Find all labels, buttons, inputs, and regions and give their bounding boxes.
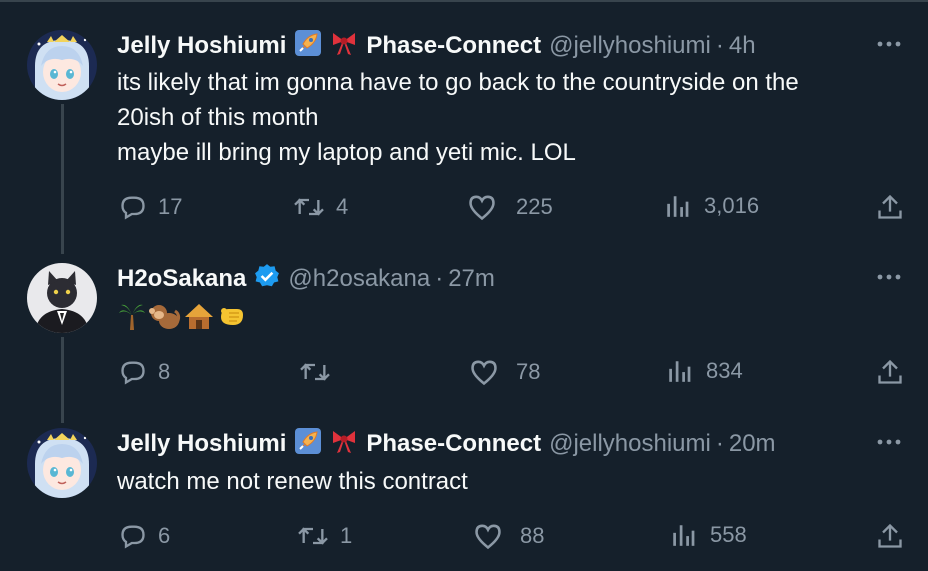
reply-count: 6 [158, 523, 171, 548]
avatar[interactable] [27, 428, 97, 498]
timestamp[interactable]: 4h [729, 32, 756, 60]
ribbon-badge-icon [330, 29, 358, 64]
repost-button[interactable]: 1 [296, 522, 352, 550]
cat-in-suit-avatar-icon [27, 263, 97, 333]
more-dots-icon [877, 439, 901, 445]
rocket-badge-icon [294, 427, 322, 462]
reply-button[interactable]: 8 [118, 358, 170, 386]
display-name[interactable]: H2oSakana [117, 265, 246, 293]
tweet-text: watch me not renew this contract [117, 464, 468, 499]
analytics-icon [673, 525, 695, 546]
tweet-text: its likely that im gonna have to go back… [117, 65, 799, 170]
more-options-button[interactable] [874, 265, 904, 289]
tweet-text-line: maybe ill bring my laptop and yeti mic. … [117, 139, 576, 166]
view-count: 3,016 [704, 193, 760, 218]
more-options-button[interactable] [874, 430, 904, 454]
like-count: 88 [520, 523, 545, 548]
handle[interactable]: @h2osakana [288, 265, 430, 293]
repost-icon [298, 527, 328, 545]
views-button[interactable]: 834 [666, 358, 743, 384]
share-icon [878, 359, 902, 384]
like-count: 78 [516, 359, 541, 384]
hut-emoji: 🛖 [183, 301, 215, 340]
repost-button[interactable]: 4 [292, 193, 348, 221]
monkey-emoji: 🐒 [149, 301, 181, 340]
timestamp[interactable]: 27m [448, 265, 495, 293]
tweet-1[interactable]: Jelly Hoshiumi Phase-Connect @jellyhoshi… [0, 29, 928, 254]
share-icon [878, 523, 902, 548]
anime-girl-avatar-icon [27, 30, 97, 100]
timestamp[interactable]: 20m [729, 430, 776, 458]
handle[interactable]: @jellyhoshiumi [549, 32, 711, 60]
like-button[interactable]: 225 [466, 193, 553, 221]
share-button[interactable] [876, 193, 904, 221]
views-button[interactable]: 3,016 [664, 193, 759, 219]
repost-button[interactable] [298, 358, 342, 386]
view-count: 558 [710, 522, 747, 547]
thread-line [61, 337, 64, 423]
affiliation-name[interactable]: Phase-Connect [366, 32, 541, 60]
tweet-3[interactable]: Jelly Hoshiumi Phase-Connect @jellyhoshi… [0, 427, 928, 568]
heart-icon [475, 524, 501, 550]
like-button[interactable]: 88 [472, 522, 544, 550]
tweet-2[interactable]: H2oSakana @h2osakana · 27m 🌴 🐒 🛖 [0, 263, 928, 423]
top-divider [0, 0, 928, 2]
repost-count: 4 [336, 194, 349, 219]
reply-count: 17 [158, 194, 183, 219]
heart-icon [469, 195, 495, 221]
reply-button[interactable]: 17 [118, 193, 182, 221]
display-name[interactable]: Jelly Hoshiumi [117, 430, 286, 458]
rocket-badge-icon [294, 29, 322, 64]
repost-icon [300, 363, 330, 381]
pointing-hand-emoji: 🫵 [217, 301, 247, 340]
ribbon-badge-icon [330, 427, 358, 462]
tweet-text-line: 20ish of this month [117, 104, 319, 131]
views-button[interactable]: 558 [670, 522, 747, 548]
more-options-button[interactable] [874, 32, 904, 56]
reply-icon [121, 361, 145, 385]
more-dots-icon [877, 41, 901, 47]
reply-button[interactable]: 6 [118, 522, 170, 550]
more-dots-icon [877, 274, 901, 280]
share-button[interactable] [876, 522, 904, 550]
affiliation-name[interactable]: Phase-Connect [366, 430, 541, 458]
like-count: 225 [516, 194, 553, 219]
reply-icon [121, 196, 145, 220]
tweet-emoji-row: 🌴 🐒 🛖 🫵 [117, 301, 247, 340]
avatar[interactable] [27, 263, 97, 333]
anime-girl-avatar-icon [27, 428, 97, 498]
analytics-icon [667, 196, 689, 217]
like-button[interactable]: 78 [468, 358, 540, 386]
view-count: 834 [706, 358, 743, 383]
tweet-header: Jelly Hoshiumi Phase-Connect @jellyhoshi… [117, 427, 776, 458]
handle[interactable]: @jellyhoshiumi [549, 430, 711, 458]
tweet-header: H2oSakana @h2osakana · 27m [117, 263, 495, 296]
share-button[interactable] [876, 358, 904, 386]
thread-line [61, 104, 64, 254]
reply-count: 8 [158, 359, 171, 384]
share-icon [878, 194, 902, 219]
repost-count: 1 [340, 523, 353, 548]
avatar[interactable] [27, 30, 97, 100]
separator: · [435, 265, 444, 292]
display-name[interactable]: Jelly Hoshiumi [117, 32, 286, 60]
verified-badge-icon [254, 263, 280, 296]
heart-icon [471, 360, 497, 386]
analytics-icon [669, 361, 691, 382]
tweet-text-line: its likely that im gonna have to go back… [117, 69, 799, 96]
separator: · [715, 32, 724, 59]
separator: · [715, 430, 724, 457]
reply-icon [121, 525, 145, 549]
repost-icon [294, 198, 324, 216]
tweet-header: Jelly Hoshiumi Phase-Connect @jellyhoshi… [117, 29, 756, 60]
tweet-text-line: watch me not renew this contract [117, 468, 468, 495]
palm-tree-emoji: 🌴 [117, 301, 147, 340]
